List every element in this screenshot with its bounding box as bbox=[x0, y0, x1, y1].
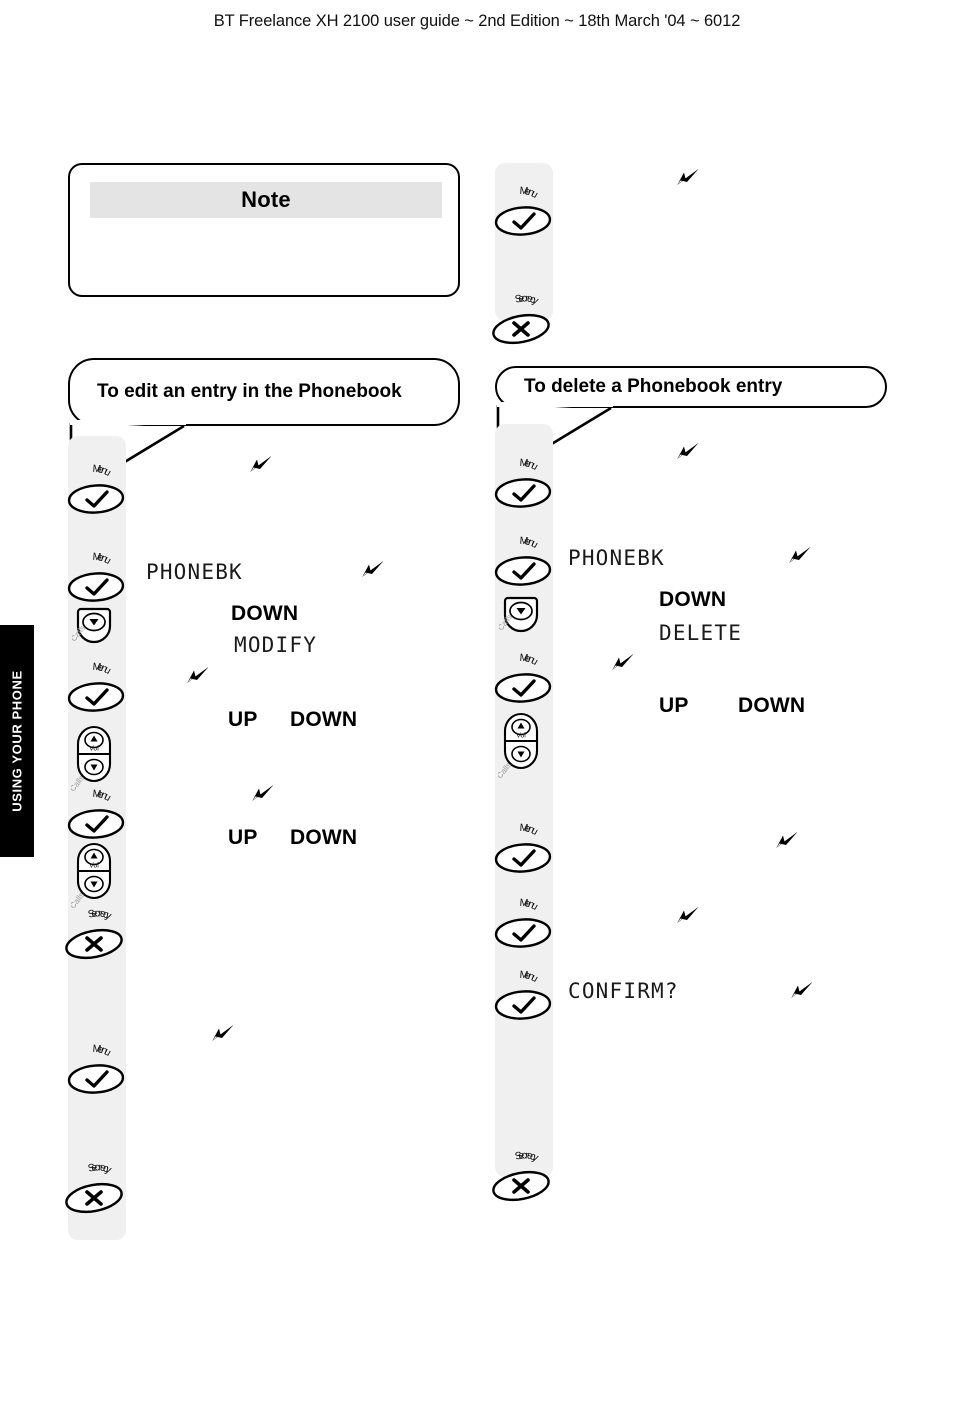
return-arrow-icon-left-0 bbox=[248, 455, 274, 475]
return-arrow-icon-right-0 bbox=[675, 442, 701, 462]
return-arrow-icon-left-3 bbox=[250, 784, 276, 804]
keyword-text-left-6: DOWN bbox=[290, 826, 358, 849]
lcd-display-text-right-0: PHONEBK bbox=[568, 546, 665, 570]
callout-delete-entry-label: To delete a Phonebook entry bbox=[524, 376, 783, 398]
return-arrow-icon-topright-0 bbox=[675, 168, 701, 188]
key-menu-right-1[interactable]: Menu bbox=[492, 536, 554, 588]
section-tab-label: USING YOUR PHONE bbox=[9, 670, 25, 812]
key-label-vol: Vol bbox=[89, 746, 99, 753]
key-menu-right-0[interactable]: Menu bbox=[492, 458, 554, 510]
return-arrow-icon-right-2 bbox=[610, 653, 636, 673]
key-label-menu: Menu bbox=[519, 898, 540, 913]
keyword-text-left-5: UP bbox=[228, 826, 258, 849]
key-secrecy-left-7[interactable]: Secrecy bbox=[62, 907, 128, 961]
key-rocker-right-4[interactable]: Vol Calls bbox=[498, 710, 546, 780]
keyword-text-left-4: DOWN bbox=[290, 708, 358, 731]
key-menu-right-3[interactable]: Menu bbox=[492, 653, 554, 705]
key-label-secrecy: Secrecy bbox=[514, 1149, 541, 1164]
key-label-vol: Vol bbox=[89, 863, 99, 870]
key-label-menu: Menu bbox=[519, 536, 540, 551]
return-arrow-icon-left-4 bbox=[210, 1024, 236, 1044]
key-menu-right-7[interactable]: Menu bbox=[492, 970, 554, 1022]
key-label-secrecy: Secrecy bbox=[514, 292, 541, 307]
running-header: BT Freelance XH 2100 user guide ~ 2nd Ed… bbox=[213, 12, 741, 30]
keyword-text-left-3: UP bbox=[228, 708, 258, 731]
lcd-display-text-left-2: MODIFY bbox=[234, 633, 318, 657]
key-rocker-left-4[interactable]: Vol Calls bbox=[71, 723, 119, 793]
return-arrow-icon-right-5 bbox=[789, 981, 815, 1001]
key-menu-left-5[interactable]: Menu bbox=[65, 789, 127, 841]
key-label-menu: Menu bbox=[92, 464, 113, 479]
key-secrecy-topright-1[interactable]: Secrecy bbox=[489, 292, 555, 346]
key-down-right-2[interactable]: Calls bbox=[499, 593, 545, 633]
keyword-text-right-1: DOWN bbox=[659, 588, 727, 611]
key-label-menu: Menu bbox=[92, 789, 113, 804]
section-tab-using-your-phone: USING YOUR PHONE bbox=[0, 625, 34, 857]
key-menu-left-3[interactable]: Menu bbox=[65, 662, 127, 714]
lcd-display-text-right-2: DELETE bbox=[659, 621, 743, 645]
key-menu-left-8[interactable]: Menu bbox=[65, 1044, 127, 1096]
callout-edit-entry: To edit an entry in the Phonebook bbox=[68, 358, 460, 426]
key-label-menu: Menu bbox=[519, 653, 540, 668]
key-menu-left-0[interactable]: Menu bbox=[65, 464, 127, 516]
key-label-menu: Menu bbox=[92, 1044, 113, 1059]
key-label-menu: Menu bbox=[92, 662, 113, 677]
key-label-vol: Vol bbox=[516, 733, 526, 740]
key-menu-right-6[interactable]: Menu bbox=[492, 898, 554, 950]
key-label-menu: Menu bbox=[519, 823, 540, 838]
key-label-menu: Menu bbox=[519, 186, 540, 201]
keyword-text-right-3: UP bbox=[659, 694, 689, 717]
key-label-menu: Menu bbox=[519, 970, 540, 985]
key-label-menu: Menu bbox=[519, 458, 540, 473]
callout-edit-entry-label: To edit an entry in the Phonebook bbox=[97, 381, 402, 403]
key-rocker-left-6[interactable]: Vol Calls bbox=[71, 840, 119, 910]
key-menu-left-1[interactable]: Menu bbox=[65, 552, 127, 604]
key-menu-topright-0[interactable]: Menu bbox=[492, 186, 554, 238]
callout-delete-entry: To delete a Phonebook entry bbox=[495, 366, 887, 408]
note-title: Note bbox=[241, 187, 291, 212]
key-menu-right-5[interactable]: Menu bbox=[492, 823, 554, 875]
lcd-display-text-left-0: PHONEBK bbox=[146, 560, 243, 584]
key-secrecy-right-8[interactable]: Secrecy bbox=[489, 1149, 555, 1203]
key-label-secrecy: Secrecy bbox=[87, 907, 114, 922]
return-arrow-icon-left-1 bbox=[360, 560, 386, 580]
note-header: Note bbox=[90, 182, 442, 218]
keyword-text-right-4: DOWN bbox=[738, 694, 806, 717]
note-box: Note bbox=[68, 163, 460, 297]
key-label-secrecy: Secrecy bbox=[87, 1161, 114, 1176]
key-down-left-2[interactable]: Calls bbox=[72, 604, 118, 644]
return-arrow-icon-right-1 bbox=[787, 546, 813, 566]
return-arrow-icon-right-4 bbox=[675, 906, 701, 926]
key-label-menu: Menu bbox=[92, 552, 113, 567]
lcd-display-text-right-5: CONFIRM? bbox=[568, 979, 679, 1003]
return-arrow-icon-left-2 bbox=[185, 666, 211, 686]
keyword-text-left-1: DOWN bbox=[231, 602, 299, 625]
key-secrecy-left-9[interactable]: Secrecy bbox=[62, 1161, 128, 1215]
return-arrow-icon-right-3 bbox=[774, 831, 800, 851]
